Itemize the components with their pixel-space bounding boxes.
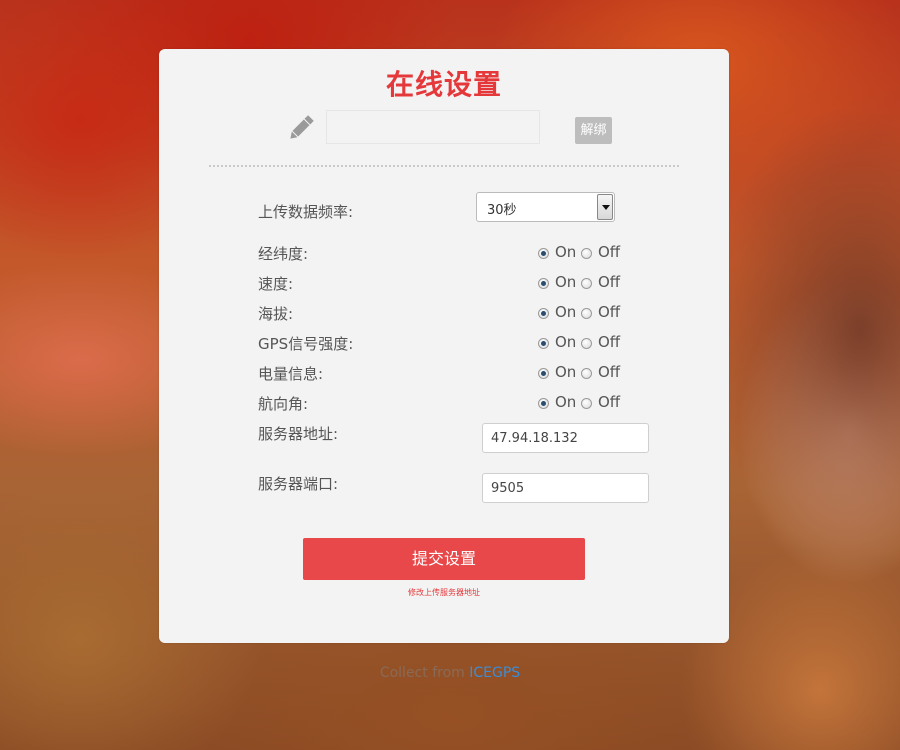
hint-text: 修改上传服务器地址 — [408, 588, 480, 597]
unbind-button[interactable]: 解绑 — [575, 117, 612, 144]
footer-prefix: Collect from — [379, 665, 470, 681]
radio-speed-off[interactable] — [581, 278, 592, 289]
radio-off-label: Off — [598, 303, 621, 321]
toggle-label-battery: 电量信息: — [258, 365, 324, 383]
radio-on-label: On — [555, 333, 577, 351]
device-bind-input[interactable] — [326, 110, 540, 144]
radio-battery-on[interactable] — [538, 368, 549, 379]
radio-coordinates-on[interactable] — [538, 248, 549, 259]
toggle-label-gps-signal: GPS信号强度: — [258, 335, 354, 353]
toggle-label-altitude: 海拔: — [258, 305, 294, 323]
page-title: 在线设置 — [385, 68, 502, 101]
toggle-label-coordinates: 经纬度: — [258, 245, 309, 263]
settings-card: 在线设置 解绑 上传数据频率: 30秒 经纬度: On Off 速度: On O… — [159, 49, 729, 643]
toggle-label-heading: 航向角: — [258, 395, 309, 413]
toggle-label-speed: 速度: — [258, 275, 294, 293]
footer: Collect from ICEGPS — [0, 665, 900, 681]
upload-frequency-label: 上传数据频率: — [258, 203, 354, 221]
upload-frequency-select[interactable]: 30秒 — [476, 192, 615, 222]
radio-on-label: On — [555, 243, 577, 261]
radio-speed-on[interactable] — [538, 278, 549, 289]
chevron-down-icon[interactable] — [597, 194, 613, 220]
radio-heading-on[interactable] — [538, 398, 549, 409]
radio-gps-signal-off[interactable] — [581, 338, 592, 349]
radio-battery-off[interactable] — [581, 368, 592, 379]
radio-on-label: On — [555, 303, 577, 321]
server-port-label: 服务器端口: — [258, 475, 339, 493]
radio-on-label: On — [555, 273, 577, 291]
radio-gps-signal-on[interactable] — [538, 338, 549, 349]
radio-off-label: Off — [598, 273, 621, 291]
radio-coordinates-off[interactable] — [581, 248, 592, 259]
upload-frequency-value: 30秒 — [487, 203, 517, 218]
submit-settings-button[interactable]: 提交设置 — [303, 538, 585, 580]
radio-altitude-off[interactable] — [581, 308, 592, 319]
pencil-icon — [286, 113, 316, 143]
radio-off-label: Off — [598, 363, 621, 381]
radio-altitude-on[interactable] — [538, 308, 549, 319]
radio-heading-off[interactable] — [581, 398, 592, 409]
server-port-input[interactable] — [482, 473, 649, 503]
footer-link[interactable]: ICEGPS — [469, 665, 520, 681]
server-address-input[interactable] — [482, 423, 649, 453]
server-address-label: 服务器地址: — [258, 425, 339, 443]
radio-off-label: Off — [598, 333, 621, 351]
radio-on-label: On — [555, 393, 577, 411]
radio-off-label: Off — [598, 243, 621, 261]
radio-off-label: Off — [598, 393, 621, 411]
divider — [209, 165, 679, 167]
radio-on-label: On — [555, 363, 577, 381]
